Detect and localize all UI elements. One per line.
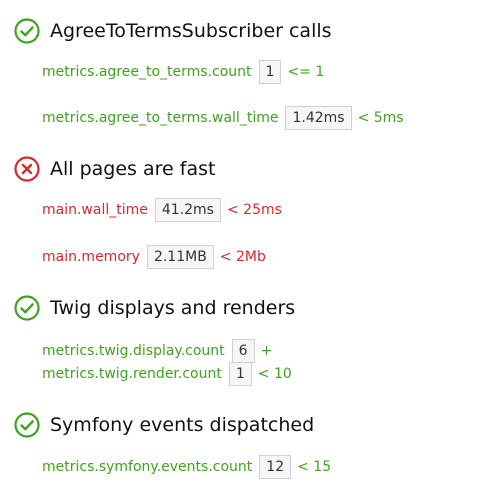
assertion-row: main.memory 2.11MB < 2Mb xyxy=(42,245,266,269)
assertion-group-title: Twig displays and renders xyxy=(50,297,296,319)
assertion-row: metrics.agree_to_terms.wall_time 1.42ms … xyxy=(42,106,404,130)
metric-value: 12 xyxy=(259,455,292,479)
assertion-condition: <= 1 xyxy=(287,64,325,80)
metric-name: main.memory xyxy=(42,249,140,265)
assertion-group-title: Symfony events dispatched xyxy=(50,414,315,436)
metric-name: main.wall_time xyxy=(42,202,148,218)
assertion-group-title: AgreeToTermsSubscriber calls xyxy=(50,20,332,42)
metric-name: metrics.twig.render.count xyxy=(42,366,222,382)
assertion-group-heading: All pages are fast xyxy=(14,152,494,186)
check-circle-icon xyxy=(14,18,40,44)
assertion-row: metrics.symfony.events.count 12 < 15 xyxy=(42,455,331,479)
assertion-group-title: All pages are fast xyxy=(50,158,216,180)
check-circle-icon xyxy=(14,295,40,321)
metric-name: metrics.agree_to_terms.count xyxy=(42,64,252,80)
assertion-row: main.wall_time 41.2ms < 25ms xyxy=(42,198,282,222)
metric-value: 2.11MB xyxy=(146,245,214,269)
check-circle-icon xyxy=(14,412,40,438)
assertion-condition: < 15 xyxy=(297,459,332,475)
metric-value: 1 xyxy=(228,362,252,386)
metric-name: metrics.symfony.events.count xyxy=(42,459,253,475)
metric-value: 41.2ms xyxy=(154,198,221,222)
assertion-group-heading: AgreeToTermsSubscriber calls xyxy=(14,14,494,48)
assertion-condition: < 25ms xyxy=(226,202,282,218)
assertion-group-agree-to-terms: AgreeToTermsSubscriber calls xyxy=(14,14,494,48)
assertion-condition: < 5ms xyxy=(357,110,404,126)
x-circle-icon xyxy=(14,156,40,182)
assertion-condition: < 2Mb xyxy=(219,249,266,265)
assertion-row: metrics.agree_to_terms.count 1 <= 1 xyxy=(42,60,324,84)
assertion-row: metrics.twig.display.count 6 + xyxy=(42,339,272,363)
assertion-group-heading: Symfony events dispatched xyxy=(14,408,494,442)
assertion-group-symfony-events: Symfony events dispatched xyxy=(14,408,494,442)
metric-value: 1.42ms xyxy=(285,106,352,130)
assertion-condition: < 10 xyxy=(257,366,292,382)
metric-value: 6 xyxy=(231,339,255,363)
assertion-row: metrics.twig.render.count 1 < 10 xyxy=(42,362,292,386)
assertion-group-heading: Twig displays and renders xyxy=(14,291,494,325)
metric-name: metrics.twig.display.count xyxy=(42,343,225,359)
metric-value: 1 xyxy=(258,60,282,84)
metric-name: metrics.agree_to_terms.wall_time xyxy=(42,110,279,126)
assertion-group-twig: Twig displays and renders xyxy=(14,291,494,325)
assertion-group-pages-fast: All pages are fast xyxy=(14,152,494,186)
assertion-condition: + xyxy=(260,343,273,359)
